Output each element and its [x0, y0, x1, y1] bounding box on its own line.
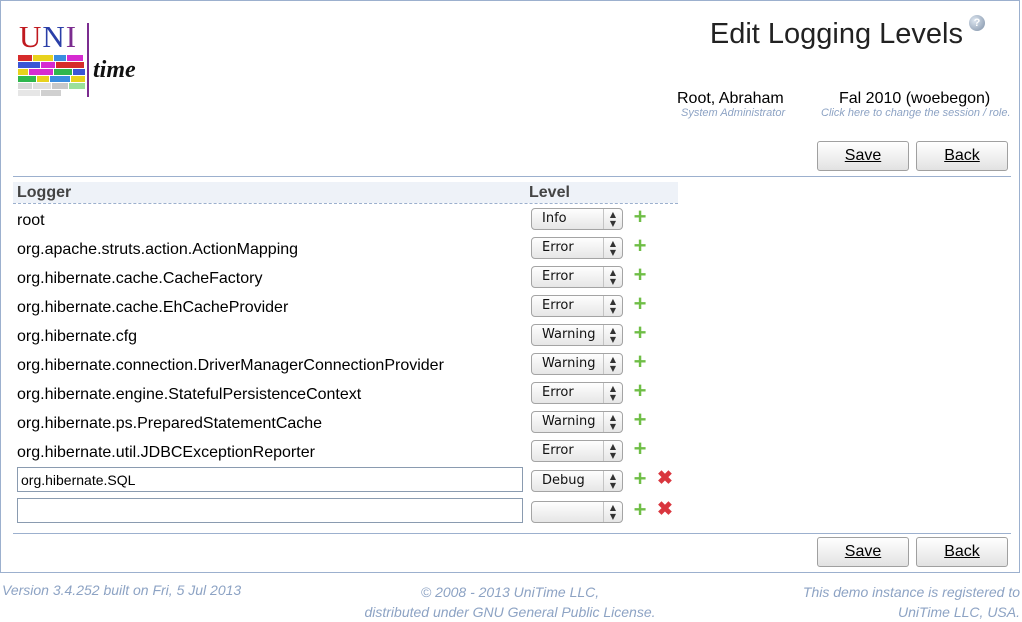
- select-arrows-icon: ▲ ▼: [603, 412, 622, 432]
- add-icon[interactable]: +: [630, 409, 650, 431]
- level-select[interactable]: Error ▲ ▼: [531, 266, 623, 288]
- logger-name-input[interactable]: [17, 498, 523, 523]
- unitime-logo[interactable]: UNI time: [15, 19, 155, 101]
- table-header-divider: [13, 203, 678, 204]
- registration-owner: UniTime LLC, USA.: [897, 604, 1020, 620]
- logger-name: org.apache.struts.action.ActionMapping: [17, 241, 299, 258]
- select-arrows-icon: ▲ ▼: [603, 325, 622, 345]
- logo-grid-graphic: [18, 55, 86, 96]
- page-frame: UNI time Edit Logging Levels ? Root, Abr…: [0, 0, 1020, 573]
- version-text: Version 3.4.252 built on Fri, 5 Jul 2013: [2, 582, 242, 598]
- logger-name: org.hibernate.ps.PreparedStatementCache: [17, 415, 323, 432]
- logo-divider: [87, 23, 89, 97]
- select-arrows-icon: ▲ ▼: [603, 441, 622, 461]
- registration-line: This demo instance is registered to: [802, 584, 1020, 600]
- license-line[interactable]: distributed under GNU General Public Lic…: [340, 602, 680, 622]
- footer-separator: [13, 533, 1011, 534]
- save-button-bottom[interactable]: Save: [817, 537, 909, 567]
- add-icon[interactable]: +: [630, 206, 650, 228]
- session-name[interactable]: Fal 2010 (woebegon): [839, 90, 990, 108]
- add-icon[interactable]: +: [630, 264, 650, 286]
- table-row: org.hibernate.util.JDBCExceptionReporter…: [1, 438, 1022, 469]
- level-column-header: Level: [529, 184, 570, 201]
- table-row: org.hibernate.cfg Warning ▲ ▼ +: [1, 322, 1022, 353]
- add-icon[interactable]: +: [630, 351, 650, 373]
- help-icon[interactable]: ?: [969, 15, 985, 31]
- table-row: org.hibernate.engine.StatefulPersistence…: [1, 380, 1022, 411]
- add-icon[interactable]: +: [630, 235, 650, 257]
- delete-icon[interactable]: ✖: [655, 469, 675, 489]
- back-button-bottom[interactable]: Back: [916, 537, 1008, 567]
- add-icon[interactable]: +: [630, 293, 650, 315]
- session-hint[interactable]: Click here to change the session / role.: [821, 107, 1011, 119]
- table-row-editable: Debug▲▼ + ✖: [1, 467, 1022, 499]
- add-icon[interactable]: +: [630, 438, 650, 460]
- back-button-top[interactable]: Back: [916, 141, 1008, 171]
- table-row: org.hibernate.cache.EhCacheProvider Erro…: [1, 293, 1022, 324]
- logger-name: org.hibernate.cfg: [17, 328, 138, 345]
- logo-time-text: time: [93, 57, 136, 83]
- level-select[interactable]: Debug ▲ ▼: [531, 470, 623, 492]
- add-icon[interactable]: +: [630, 380, 650, 402]
- level-select[interactable]: ▲ ▼: [531, 501, 623, 523]
- select-arrows-icon: ▲ ▼: [603, 267, 622, 287]
- registration-text: This demo instance is registered to UniT…: [803, 582, 1020, 622]
- add-icon[interactable]: +: [630, 468, 650, 490]
- level-select[interactable]: Warning ▲ ▼: [531, 411, 623, 433]
- table-row: org.hibernate.cache.CacheFactory Error ▲ ▼…: [1, 264, 1022, 295]
- header-separator: [13, 176, 1011, 177]
- user-name[interactable]: Root, Abraham: [677, 90, 784, 108]
- logger-column-header: Logger: [17, 184, 72, 201]
- table-header-background: [13, 182, 678, 203]
- logger-name: org.hibernate.cache.EhCacheProvider: [17, 299, 289, 316]
- level-select[interactable]: Warning ▲ ▼: [531, 324, 623, 346]
- copyright-line[interactable]: © 2008 - 2013 UniTime LLC,: [340, 582, 680, 602]
- save-button-top[interactable]: Save: [817, 141, 909, 171]
- select-arrows-icon: ▲ ▼: [603, 471, 622, 491]
- select-arrows-icon: ▲ ▼: [603, 383, 622, 403]
- select-arrows-icon: ▲ ▼: [603, 354, 622, 374]
- table-row: org.hibernate.connection.DriverManagerCo…: [1, 351, 1022, 382]
- level-select[interactable]: Error ▲ ▼: [531, 440, 623, 462]
- user-role: System Administrator: [681, 107, 786, 119]
- select-arrows-icon: ▲ ▼: [603, 502, 622, 522]
- select-arrows-icon: ▲ ▼: [603, 296, 622, 316]
- table-row: org.apache.struts.action.ActionMapping E…: [1, 235, 1022, 266]
- table-row: root Info ▲ ▼ +: [1, 206, 1022, 237]
- add-icon[interactable]: +: [630, 499, 650, 521]
- logo-text: UNI: [19, 19, 78, 54]
- logger-name: org.hibernate.engine.StatefulPersistence…: [17, 386, 362, 403]
- table-row-editable: ▲ ▼ + ✖: [1, 498, 1022, 530]
- delete-icon[interactable]: ✖: [655, 500, 675, 520]
- logger-name: root: [17, 212, 45, 229]
- copyright-text[interactable]: © 2008 - 2013 UniTime LLC, distributed u…: [340, 582, 680, 622]
- level-select[interactable]: Error ▲ ▼: [531, 382, 623, 404]
- select-arrows-icon: ▲ ▼: [603, 209, 622, 229]
- level-select[interactable]: Info ▲ ▼: [531, 208, 623, 230]
- logger-name-input[interactable]: [17, 467, 523, 492]
- page-title: Edit Logging Levels: [709, 18, 963, 50]
- logger-name: org.hibernate.util.JDBCExceptionReporter: [17, 444, 315, 461]
- logger-name: org.hibernate.connection.DriverManagerCo…: [17, 357, 444, 374]
- table-row: org.hibernate.ps.PreparedStatementCache …: [1, 409, 1022, 440]
- add-icon[interactable]: +: [630, 322, 650, 344]
- select-arrows-icon: ▲ ▼: [603, 238, 622, 258]
- level-select[interactable]: Error ▲ ▼: [531, 295, 623, 317]
- level-select[interactable]: Warning ▲ ▼: [531, 353, 623, 375]
- logger-name: org.hibernate.cache.CacheFactory: [17, 270, 263, 287]
- level-select[interactable]: Error ▲ ▼: [531, 237, 623, 259]
